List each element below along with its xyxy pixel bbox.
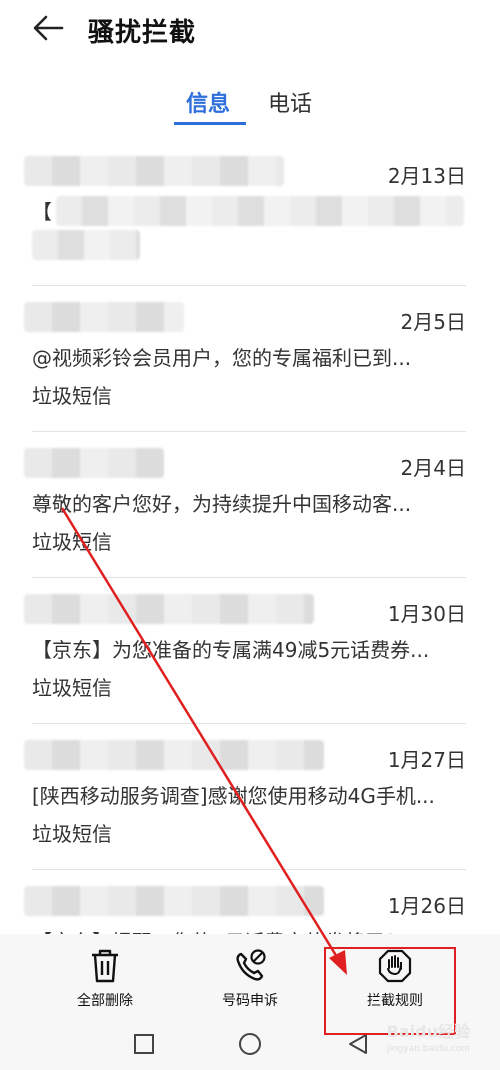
sender-blurred [24,156,284,186]
spam-label: 垃圾短信 [32,822,112,846]
list-item[interactable]: 2月4日 尊敬的客户您好，为持续提升中国移动客... 垃圾短信 [0,432,500,578]
circle-home-icon[interactable] [236,1030,264,1058]
tab-messages[interactable]: 信息 [186,86,230,118]
message-snippet: 【 [32,200,52,224]
sender-blurred [24,740,324,770]
watermark: Baidu经验 [386,1022,470,1041]
list-item[interactable]: 1月30日 【京东】为您准备的专属满49减5元话费券... 垃圾短信 [0,578,500,724]
square-recent-icon[interactable] [130,1030,158,1058]
spam-label: 垃圾短信 [32,384,112,408]
tab-indicator [174,122,246,125]
message-snippet: 【京东】为您准备的专属满49减5元话费券... [32,638,430,662]
number-appeal-label: 号码申诉 [222,993,278,1009]
delete-all-label: 全部删除 [77,993,133,1009]
list-item[interactable]: 2月13日 【 [0,140,500,286]
header: 骚扰拦截 [0,0,500,60]
sender-blurred [24,302,184,332]
phone-appeal-icon [236,949,266,981]
spam-label: 垃圾短信 [32,676,112,700]
watermark-url: jingyan.baidu.com [386,1044,470,1054]
message-date: 1月27日 [387,748,466,772]
page-title: 骚扰拦截 [88,18,197,48]
back-arrow-icon[interactable] [30,10,66,46]
sender-blurred [24,886,324,916]
message-date: 2月5日 [400,310,466,334]
list-item[interactable]: 2月5日 @视频彩铃会员用户，您的专属福利已到... 垃圾短信 [0,286,500,432]
message-snippet: [陕西移动服务调查]感谢您使用移动4G手机... [32,784,435,808]
tab-bar: 信息 电话 [0,86,500,126]
message-date: 1月30日 [387,602,466,626]
spam-label: 垃圾短信 [32,530,112,554]
label-blurred [32,230,140,260]
sender-blurred [24,448,164,478]
delete-all-button[interactable]: 全部删除 [45,948,165,1018]
number-appeal-button[interactable]: 号码申诉 [190,948,310,1018]
tab-calls[interactable]: 电话 [268,86,312,118]
message-snippet: 尊敬的客户您好，为持续提升中国移动客... [32,492,412,516]
trash-icon [92,949,118,983]
snippet-blurred [56,196,464,226]
message-date: 2月4日 [400,456,466,480]
message-snippet: @视频彩铃会员用户，您的专属福利已到... [32,346,412,370]
message-date: 2月13日 [387,164,466,188]
sender-blurred [24,594,314,624]
list-item[interactable]: 1月27日 [陕西移动服务调查]感谢您使用移动4G手机... 垃圾短信 [0,724,500,870]
message-date: 1月26日 [387,894,466,918]
